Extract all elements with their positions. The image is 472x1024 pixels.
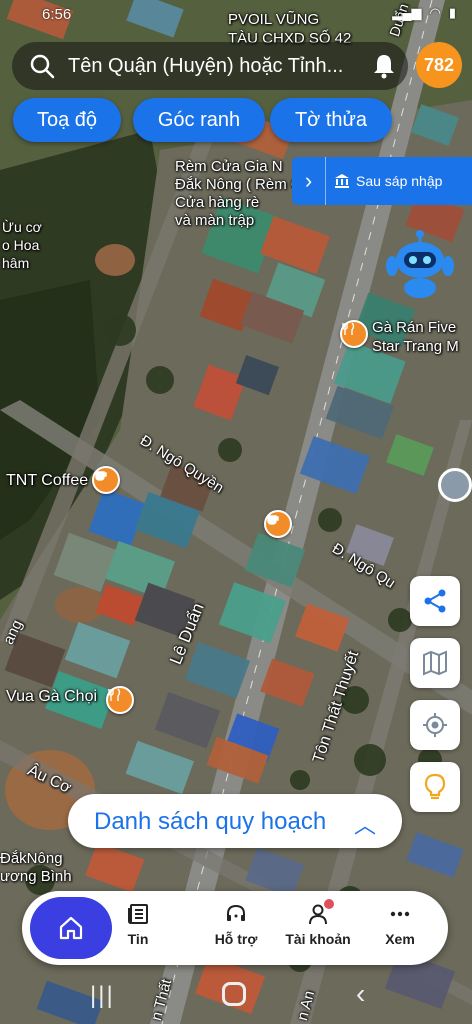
merge-panel[interactable]: › Sau sáp nhập (292, 157, 472, 205)
tips-button[interactable] (410, 762, 460, 812)
map-label-tnt-coffee[interactable]: TNT Coffee (6, 472, 88, 490)
status-time: 6:56 (42, 6, 72, 23)
wifi-icon: ◠ (429, 5, 441, 20)
battery-icon: ▮ (448, 5, 456, 20)
news-icon (128, 904, 148, 924)
nav-account[interactable]: Tài khoản (278, 899, 358, 959)
coffee-poi-icon[interactable] (264, 510, 292, 538)
nav-support[interactable]: Hỗ trợ (196, 899, 276, 959)
location-pin-icon[interactable] (438, 468, 472, 502)
planning-list-button[interactable]: Danh sách quy hoạch ︿ (68, 794, 402, 848)
map-label-fried-chicken[interactable]: Gà Rán Five Star Trang M (372, 318, 459, 356)
status-bar: 6:56 ▂▄▆ ◠ ▮ (0, 0, 472, 28)
support-icon (227, 904, 245, 921)
map-label-left: Ừu cơ o Hoa hâm (2, 219, 42, 271)
notification-dot (324, 899, 334, 909)
signal-icon: ▂▄▆ (392, 5, 422, 20)
home-icon (59, 916, 83, 940)
map-label-dak-nong[interactable]: ĐắkNông ương Bình (0, 850, 72, 886)
share-button[interactable] (410, 576, 460, 626)
recent-apps-icon[interactable]: ||| (90, 982, 115, 1010)
map-label-vua-ga-choi[interactable]: Vua Gà Chọi (6, 688, 97, 706)
chevron-up-icon: ︿ (354, 813, 377, 838)
restaurant-poi-icon[interactable] (106, 686, 134, 714)
chevron-right-icon[interactable]: › (292, 157, 326, 205)
chip-coordinates[interactable]: Toạ độ (13, 98, 121, 142)
coffee-poi-icon[interactable] (92, 466, 120, 494)
nav-support-label: Hỗ trợ (214, 931, 258, 947)
home-system-icon[interactable] (222, 982, 246, 1006)
chip-parcel-sheet[interactable]: Tờ thửa (270, 98, 392, 142)
planning-list-label: Danh sách quy hoạch (94, 808, 327, 835)
nav-more[interactable]: Xem (360, 899, 440, 959)
map-label-curtain-shop[interactable]: Rèm Cửa Gia N Đắk Nông ( Rèm C Cửa hàng … (175, 158, 302, 230)
search-icon[interactable] (28, 52, 56, 80)
system-nav-bar: ||| ‹ (0, 972, 472, 1024)
nav-account-label: Tài khoản (285, 931, 351, 947)
merge-label: Sau sáp nhập (356, 173, 443, 189)
search-input[interactable]: Tên Quận (Huyện) hoặc Tỉnh... (68, 55, 368, 78)
robot-assistant-icon[interactable] (384, 226, 456, 302)
my-location-button[interactable] (410, 700, 460, 750)
status-icons: ▂▄▆ ◠ ▮ (392, 5, 456, 21)
lightbulb-icon (424, 773, 446, 800)
nav-more-label: Xem (385, 931, 415, 947)
my-location-icon (423, 713, 447, 737)
map-type-button[interactable] (410, 638, 460, 688)
share-icon (424, 589, 446, 613)
restaurant-poi-icon[interactable] (340, 320, 368, 348)
bank-icon (335, 174, 349, 188)
search-bar[interactable]: Tên Quận (Huyện) hoặc Tỉnh... (12, 42, 408, 90)
back-icon[interactable]: ‹ (356, 978, 365, 1010)
map-icon (423, 650, 447, 676)
satellite-map[interactable]: PVOIL VŨNG TÀU CHXD SỐ 42 Duẩn Rèm Cửa G… (0, 0, 472, 1024)
chip-corner-boundary[interactable]: Góc ranh (133, 98, 265, 142)
more-icon (390, 911, 410, 917)
bottom-nav: Tin Hỗ trợ Tài khoản Xem (22, 891, 448, 965)
notification-button[interactable] (364, 46, 404, 86)
nav-news[interactable]: Tin (98, 899, 178, 959)
score-badge[interactable]: 782 (416, 42, 462, 88)
nav-news-label: Tin (127, 931, 149, 947)
bell-icon (374, 55, 394, 79)
